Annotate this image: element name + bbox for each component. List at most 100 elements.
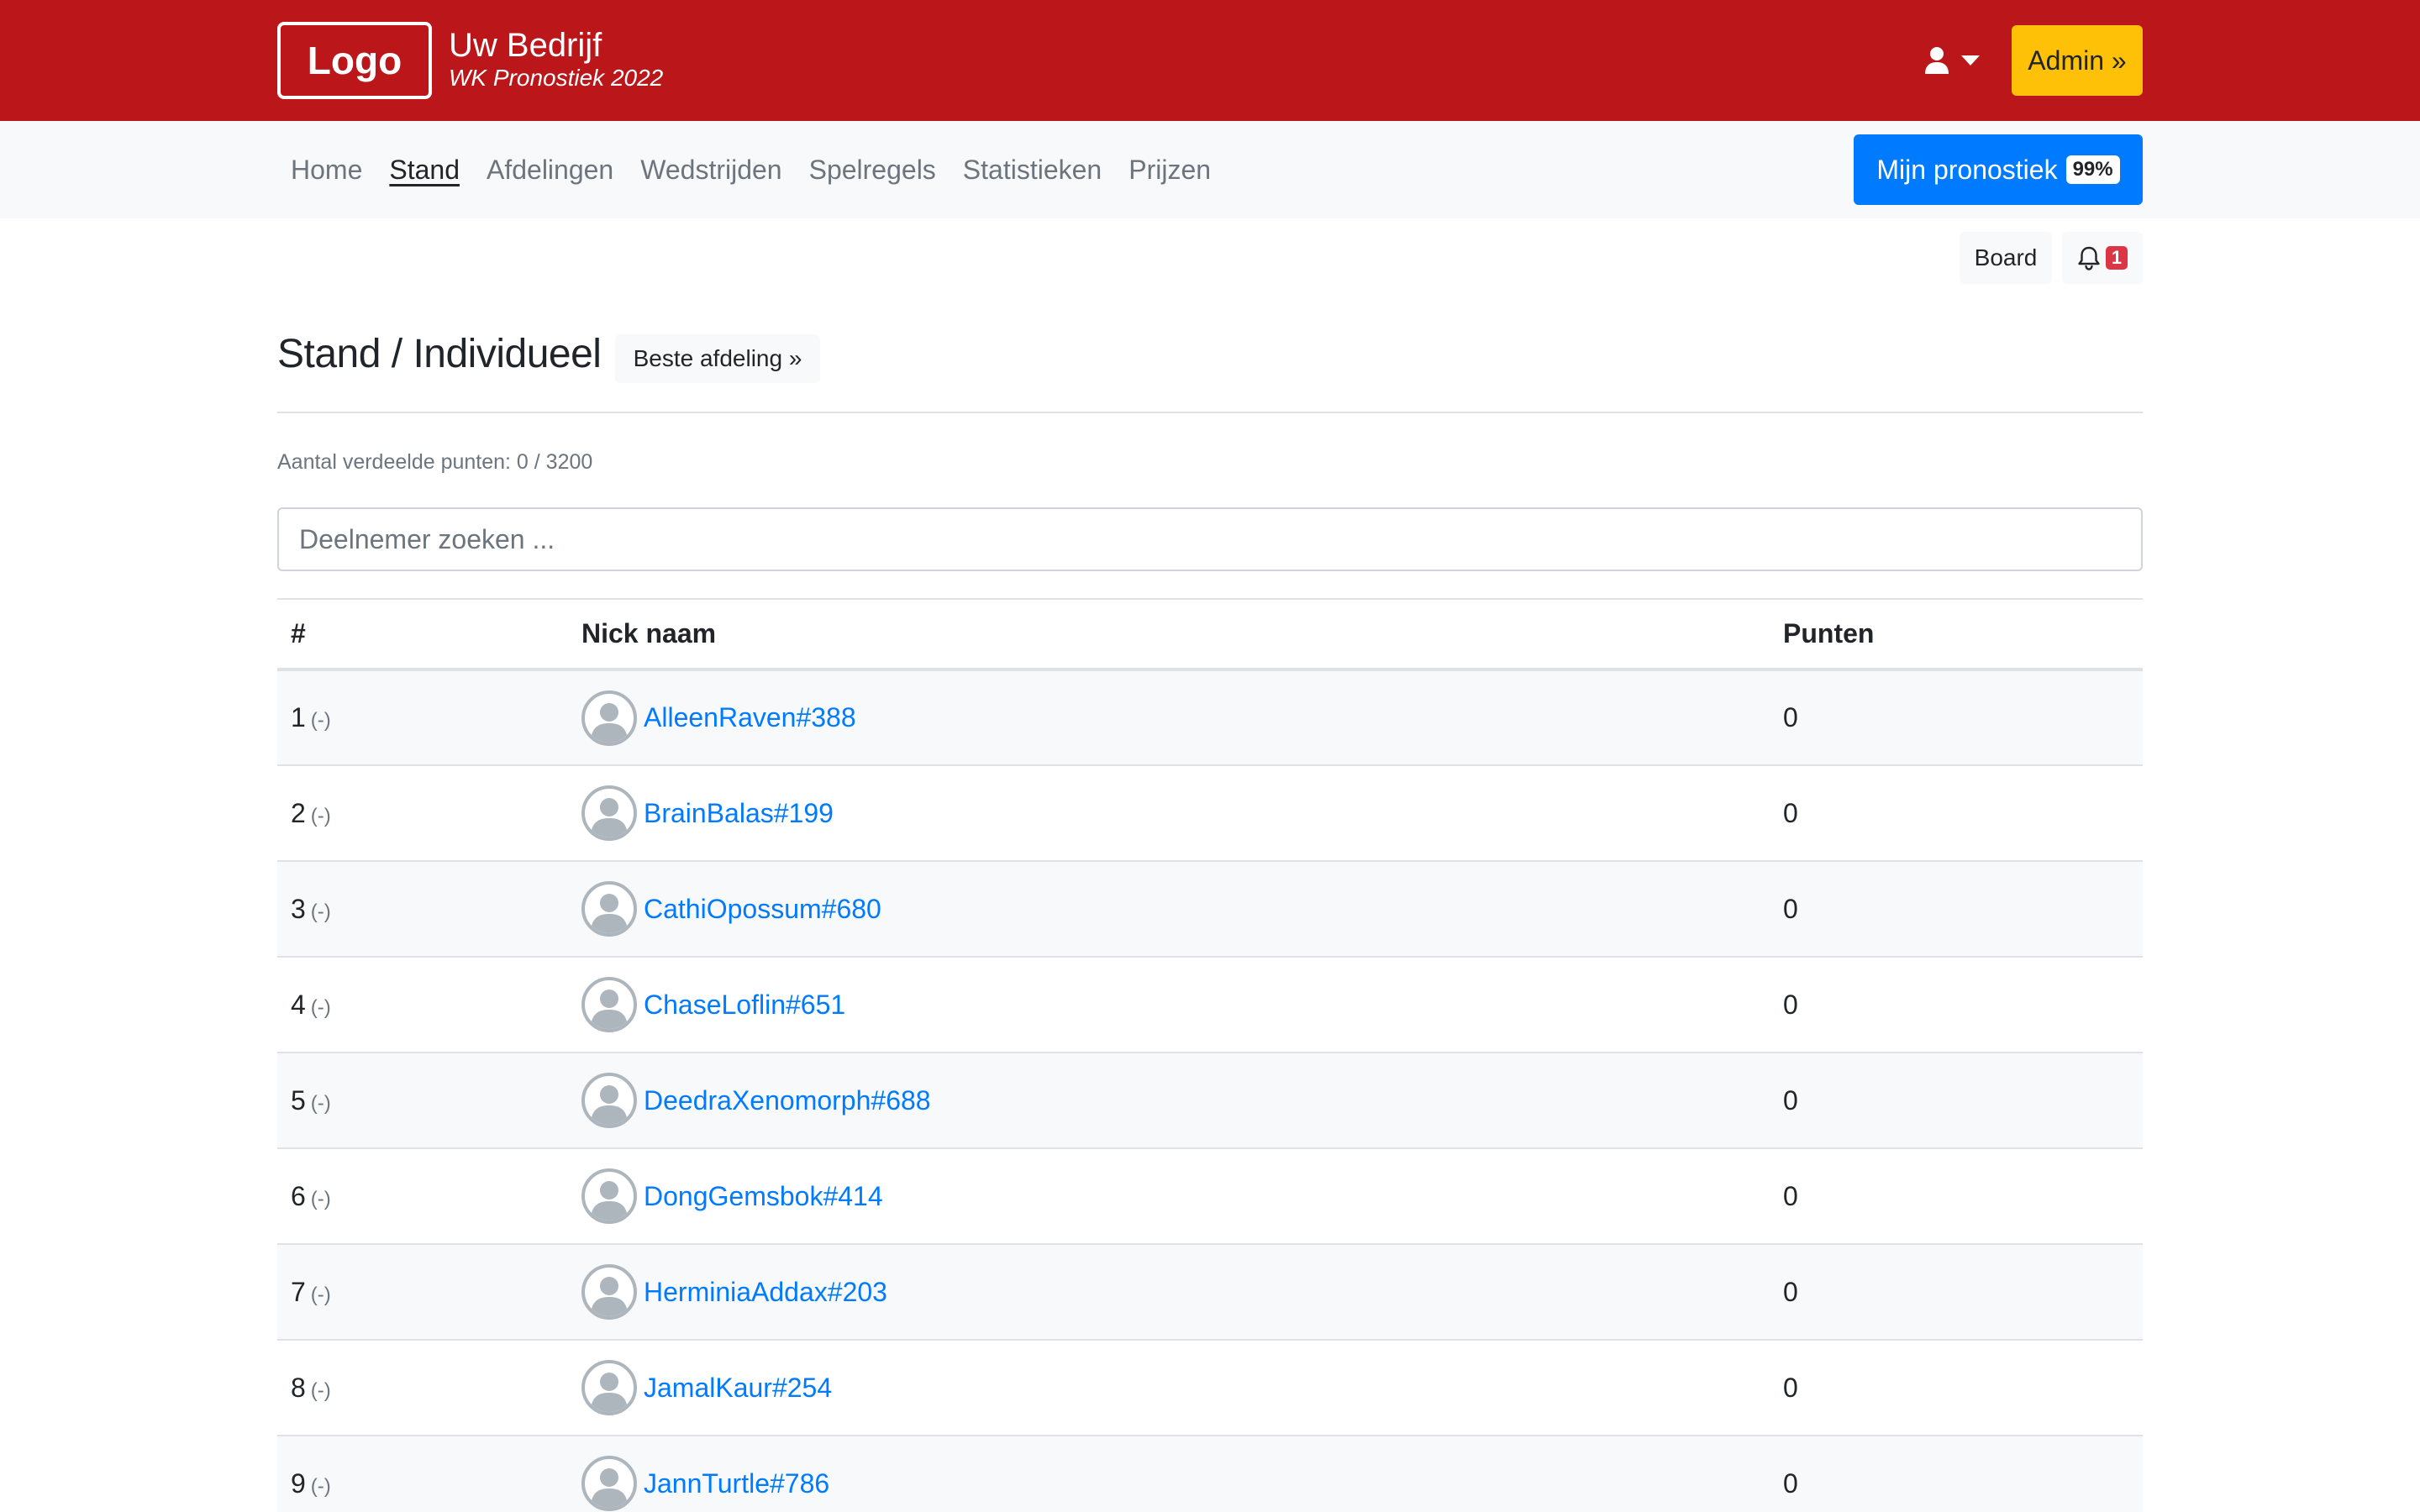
nick-link[interactable]: ChaseLoflin#651 <box>644 990 845 1021</box>
rank-change: (-) <box>310 900 331 923</box>
avatar-icon <box>581 1264 637 1320</box>
rank-cell: 4 (-) <box>277 957 568 1053</box>
rank-number: 4 <box>291 989 306 1020</box>
rank-number: 6 <box>291 1180 306 1211</box>
ranking-body: 1 (-) AlleenRaven#388 0 2 (-) BrainBalas… <box>277 669 2143 1512</box>
rank-cell: 6 (-) <box>277 1148 568 1245</box>
nick-cell: AlleenRaven#388 <box>568 669 1770 766</box>
admin-button[interactable]: Admin » <box>2012 25 2143 96</box>
rank-change: (-) <box>310 1378 331 1402</box>
avatar-icon <box>581 1360 637 1415</box>
rank-cell: 5 (-) <box>277 1053 568 1149</box>
table-row: 7 (-) HerminiaAddax#203 0 <box>277 1244 2143 1341</box>
rank-cell: 8 (-) <box>277 1340 568 1436</box>
points-info: Aantal verdeelde punten: 0 / 3200 <box>277 450 593 474</box>
nav-links: Home Stand Afdelingen Wedstrijden Spelre… <box>277 121 1224 218</box>
nav-spelregels[interactable]: Spelregels <box>796 121 950 218</box>
nick-cell: DongGemsbok#414 <box>568 1148 1770 1245</box>
company-name: Uw Bedrijf <box>449 27 602 64</box>
points-cell: 0 <box>1770 957 2143 1053</box>
main-nav: Home Stand Afdelingen Wedstrijden Spelre… <box>0 121 2420 218</box>
logo[interactable]: Logo <box>277 22 432 99</box>
nav-stand[interactable]: Stand <box>376 121 473 218</box>
nav-prijzen[interactable]: Prijzen <box>1115 121 1224 218</box>
header-rank: # <box>277 598 568 671</box>
nick-link[interactable]: BrainBalas#199 <box>644 798 834 829</box>
rank-cell: 2 (-) <box>277 765 568 862</box>
nick-link[interactable]: JannTurtle#786 <box>644 1468 829 1499</box>
rank-change: (-) <box>310 1283 331 1306</box>
top-header: Logo Uw Bedrijf WK Pronostiek 2022 Admin… <box>0 0 2420 121</box>
rank-change: (-) <box>310 804 331 827</box>
user-icon <box>1925 47 1949 74</box>
points-cell: 0 <box>1770 669 2143 766</box>
bell-icon <box>2078 246 2100 270</box>
nick-link[interactable]: HerminiaAddax#203 <box>644 1277 887 1308</box>
table-row: 3 (-) CathiOpossum#680 0 <box>277 861 2143 958</box>
rank-change: (-) <box>310 995 331 1019</box>
rank-number: 5 <box>291 1084 306 1116</box>
nav-afdelingen[interactable]: Afdelingen <box>473 121 627 218</box>
rank-number: 8 <box>291 1372 306 1403</box>
header-points: Punten <box>1770 598 2143 671</box>
nick-cell: JannTurtle#786 <box>568 1436 1770 1512</box>
nick-link[interactable]: DongGemsbok#414 <box>644 1181 883 1212</box>
nick-link[interactable]: AlleenRaven#388 <box>644 702 856 733</box>
rank-cell: 9 (-) <box>277 1436 568 1512</box>
rank-number: 3 <box>291 893 306 924</box>
avatar-icon <box>581 977 637 1032</box>
nick-link[interactable]: JamalKaur#254 <box>644 1373 832 1404</box>
table-row: 6 (-) DongGemsbok#414 0 <box>277 1148 2143 1245</box>
points-cell: 0 <box>1770 1053 2143 1149</box>
rank-number: 9 <box>291 1467 306 1499</box>
participant-search-input[interactable] <box>277 507 2143 571</box>
table-row: 1 (-) AlleenRaven#388 0 <box>277 669 2143 766</box>
points-cell: 0 <box>1770 1340 2143 1436</box>
table-row: 4 (-) ChaseLoflin#651 0 <box>277 957 2143 1053</box>
mijn-pronostiek-button[interactable]: Mijn pronostiek 99% <box>1854 134 2143 205</box>
caret-down-icon <box>1961 55 1980 66</box>
rank-change: (-) <box>310 1187 331 1210</box>
nav-statistieken[interactable]: Statistieken <box>950 121 1115 218</box>
site-subtitle: WK Pronostiek 2022 <box>449 65 664 91</box>
rank-change: (-) <box>310 1474 331 1498</box>
rank-change: (-) <box>310 1091 331 1115</box>
table-row: 2 (-) BrainBalas#199 0 <box>277 765 2143 862</box>
rank-change: (-) <box>310 709 331 732</box>
board-button[interactable]: Board <box>1960 232 2052 284</box>
table-row: 5 (-) DeedraXenomorph#688 0 <box>277 1053 2143 1149</box>
avatar-icon <box>581 881 637 937</box>
ranking-table: # Nick naam Punten 1 (-) AlleenRaven#388 … <box>277 598 2143 1512</box>
nav-wedstrijden[interactable]: Wedstrijden <box>627 121 795 218</box>
nick-link[interactable]: DeedraXenomorph#688 <box>644 1085 931 1116</box>
points-cell: 0 <box>1770 1148 2143 1245</box>
table-header-row: # Nick naam Punten <box>277 598 2143 671</box>
points-cell: 0 <box>1770 1436 2143 1512</box>
table-row: 9 (-) JannTurtle#786 0 <box>277 1436 2143 1512</box>
progress-badge: 99% <box>2065 155 2120 184</box>
avatar-icon <box>581 785 637 841</box>
rank-number: 7 <box>291 1276 306 1307</box>
nav-home[interactable]: Home <box>277 121 376 218</box>
nick-cell: ChaseLoflin#651 <box>568 957 1770 1053</box>
beste-afdeling-button[interactable]: Beste afdeling » <box>615 334 820 383</box>
nick-cell: HerminiaAddax#203 <box>568 1244 1770 1341</box>
rank-number: 1 <box>291 702 306 732</box>
table-row: 8 (-) JamalKaur#254 0 <box>277 1340 2143 1436</box>
rank-number: 2 <box>291 797 306 828</box>
nick-cell: DeedraXenomorph#688 <box>568 1053 1770 1149</box>
title-divider <box>277 412 2143 413</box>
avatar-icon <box>581 690 637 746</box>
rank-cell: 1 (-) <box>277 669 568 766</box>
page-title: Stand / Individueel <box>277 332 602 376</box>
points-cell: 0 <box>1770 765 2143 862</box>
user-menu-toggle[interactable] <box>1924 39 1980 82</box>
header-nick: Nick naam <box>568 598 1770 671</box>
avatar-icon <box>581 1168 637 1224</box>
nick-link[interactable]: CathiOpossum#680 <box>644 894 881 925</box>
mijn-pronostiek-label: Mijn pronostiek <box>1876 154 2058 185</box>
notifications-button[interactable]: 1 <box>2062 232 2143 284</box>
nick-cell: CathiOpossum#680 <box>568 861 1770 958</box>
avatar-icon <box>581 1073 637 1128</box>
points-cell: 0 <box>1770 1244 2143 1341</box>
